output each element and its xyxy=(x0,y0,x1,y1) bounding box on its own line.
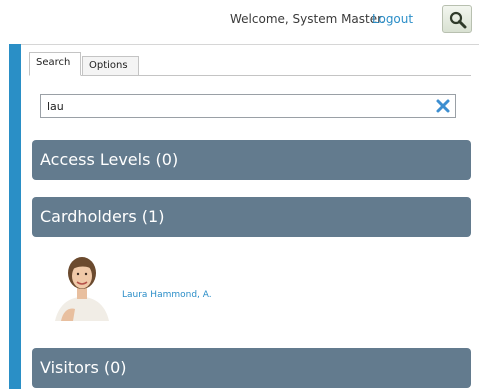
logout-link[interactable]: Logout xyxy=(372,12,413,26)
tab-divider xyxy=(29,75,471,76)
cardholders-label: Cardholders (1) xyxy=(40,207,165,226)
side-accent-strip xyxy=(9,44,21,389)
search-button[interactable] xyxy=(442,5,472,33)
access-levels-label: Access Levels (0) xyxy=(40,150,179,169)
visitors-header[interactable]: Visitors (0) xyxy=(32,348,471,388)
tab-options[interactable]: Options xyxy=(82,56,139,76)
access-levels-header[interactable]: Access Levels (0) xyxy=(32,140,471,180)
cardholder-photo xyxy=(51,255,113,321)
welcome-text: Welcome, System Master. xyxy=(230,12,385,26)
clear-search-button[interactable] xyxy=(435,98,451,114)
search-field xyxy=(40,94,456,118)
search-panel: Search Options Access Levels (0) Cardhol… xyxy=(21,44,479,390)
search-input[interactable] xyxy=(47,98,427,114)
cardholder-result[interactable]: Laura Hammond, A. xyxy=(51,250,311,321)
tab-search[interactable]: Search xyxy=(29,52,81,76)
magnifier-icon xyxy=(449,11,467,29)
cardholders-header[interactable]: Cardholders (1) xyxy=(32,197,471,237)
visitors-label: Visitors (0) xyxy=(40,358,127,377)
clear-x-icon xyxy=(436,99,450,113)
top-bar: Welcome, System Master. Logout xyxy=(0,0,479,40)
cardholder-name-link[interactable]: Laura Hammond, A. xyxy=(122,290,212,300)
